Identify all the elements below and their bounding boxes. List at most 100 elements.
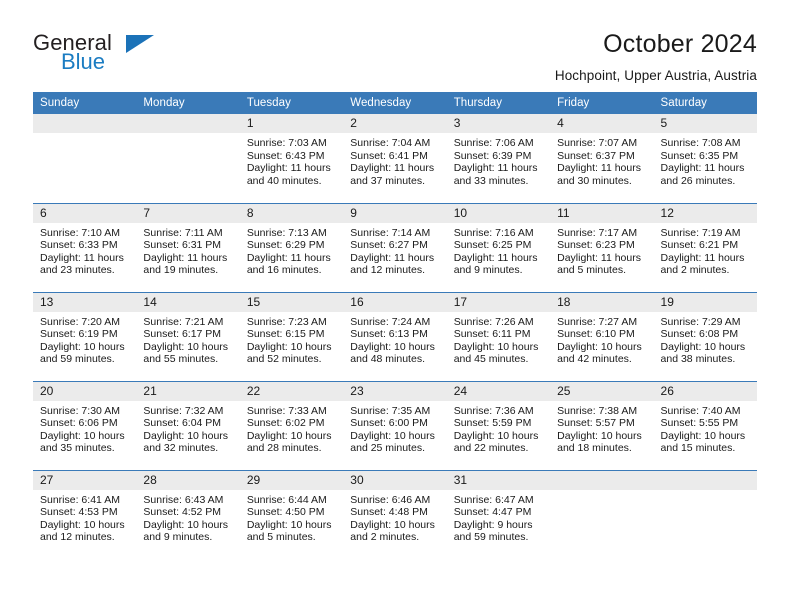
calendar-day-cell[interactable]: 11 Sunrise: 7:17 AM Sunset: 6:23 PM Dayligh… (550, 202, 654, 292)
sunset-text: Sunset: 6:06 PM (40, 417, 118, 430)
day-sun-info: Sunrise: 7:35 AM Sunset: 6:00 PM Daylight:… (343, 401, 446, 455)
day-sun-info: Sunrise: 7:17 AM Sunset: 6:23 PM Daylight:… (550, 223, 653, 277)
day-sun-info: Sunrise: 7:30 AM Sunset: 6:06 PM Daylight:… (33, 401, 136, 455)
sunrise-text: Sunrise: 7:23 AM (246, 315, 327, 328)
daylight-text: Daylight: 10 hours and 12 minutes. (40, 518, 125, 544)
weekday-header-sunday: Sunday (33, 92, 137, 114)
calendar-body: 1 Sunrise: 7:03 AM Sunset: 6:43 PM Daylight… (33, 114, 757, 559)
day-number: 22 (239, 381, 344, 401)
calendar-day-cell[interactable]: 10 Sunrise: 7:16 AM Sunset: 6:25 PM Dayligh… (446, 202, 551, 292)
calendar-day-cell[interactable]: 4 Sunrise: 7:07 AM Sunset: 6:37 PM Daylight… (550, 114, 654, 203)
calendar-day-cell[interactable]: 24 Sunrise: 7:36 AM Sunset: 5:59 PM Dayligh… (446, 380, 551, 470)
day-number: 21 (136, 381, 240, 401)
calendar-day-cell[interactable]: 22 Sunrise: 7:33 AM Sunset: 6:02 PM Dayligh… (239, 380, 344, 470)
calendar-day-cell[interactable]: 9 Sunrise: 7:14 AM Sunset: 6:27 PM Daylight… (343, 202, 447, 292)
calendar-day-cell[interactable]: 26 Sunrise: 7:40 AM Sunset: 5:55 PM Dayligh… (653, 380, 757, 470)
sunrise-text: Sunrise: 7:07 AM (557, 137, 638, 149)
calendar-week-row: 1 Sunrise: 7:03 AM Sunset: 6:43 PM Daylight… (33, 114, 757, 203)
day-number: 16 (343, 292, 447, 312)
calendar-day-cell[interactable]: 17 Sunrise: 7:26 AM Sunset: 6:11 PM Dayligh… (446, 291, 551, 381)
day-number: 26 (653, 381, 757, 401)
weekday-header-thursday: Thursday (446, 92, 551, 114)
sunset-text: Sunset: 5:57 PM (557, 417, 635, 430)
day-sun-info: Sunrise: 7:26 AM Sunset: 6:11 PM Daylight:… (447, 312, 550, 366)
daylight-text: Daylight: 10 hours and 42 minutes. (557, 340, 642, 366)
calendar-day-cell[interactable]: 30 Sunrise: 6:46 AM Sunset: 4:48 PM Dayligh… (343, 469, 447, 559)
daylight-text: Daylight: 10 hours and 28 minutes. (246, 429, 332, 455)
sunset-text: Sunset: 6:02 PM (246, 417, 325, 430)
calendar-day-cell[interactable]: 8 Sunrise: 7:13 AM Sunset: 6:29 PM Daylight… (239, 202, 344, 292)
day-sun-info: Sunrise: 7:14 AM Sunset: 6:27 PM Daylight:… (343, 223, 446, 277)
calendar-day-cell[interactable]: 2 Sunrise: 7:04 AM Sunset: 6:41 PM Daylight… (343, 114, 447, 203)
sunrise-text: Sunrise: 7:08 AM (660, 137, 741, 149)
sunrise-text: Sunrise: 7:11 AM (143, 226, 223, 239)
day-number: 1 (239, 114, 344, 133)
day-sun-info: Sunrise: 7:20 AM Sunset: 6:19 PM Daylight:… (33, 312, 136, 366)
sunrise-text: Sunrise: 7:19 AM (660, 226, 741, 239)
calendar-day-cell[interactable]: 7 Sunrise: 7:11 AM Sunset: 6:31 PM Daylight… (136, 202, 240, 292)
daylight-text: Daylight: 9 hours and 59 minutes. (453, 518, 533, 544)
day-sun-info: Sunrise: 7:16 AM Sunset: 6:25 PM Daylight:… (447, 223, 550, 277)
sunset-text: Sunset: 6:15 PM (246, 328, 325, 341)
general-blue-logo[interactable]: General Blue (33, 30, 163, 80)
calendar-week-row: 27 Sunrise: 6:41 AM Sunset: 4:53 PM Dayligh… (33, 469, 757, 559)
calendar-day-cell[interactable]: 16 Sunrise: 7:24 AM Sunset: 6:13 PM Dayligh… (343, 291, 447, 381)
sunset-text: Sunset: 4:47 PM (453, 506, 532, 519)
calendar-day-cell[interactable]: 27 Sunrise: 6:41 AM Sunset: 4:53 PM Dayligh… (33, 469, 137, 559)
day-number: 17 (446, 292, 551, 312)
daylight-text: Daylight: 11 hours and 9 minutes. (453, 251, 538, 277)
calendar-day-cell[interactable]: 6 Sunrise: 7:10 AM Sunset: 6:33 PM Daylight… (33, 202, 137, 292)
day-number (550, 470, 654, 490)
sunrise-text: Sunrise: 6:43 AM (143, 493, 224, 506)
calendar-day-cell[interactable]: 19 Sunrise: 7:29 AM Sunset: 6:08 PM Dayligh… (653, 291, 757, 381)
daylight-text: Daylight: 10 hours and 2 minutes. (350, 518, 435, 544)
sunset-text: Sunset: 6:37 PM (557, 149, 635, 162)
sunrise-text: Sunrise: 7:32 AM (143, 404, 224, 417)
daylight-text: Daylight: 11 hours and 16 minutes. (246, 251, 331, 277)
day-sun-info: Sunrise: 7:19 AM Sunset: 6:21 PM Daylight:… (654, 223, 757, 277)
daylight-text: Daylight: 10 hours and 15 minutes. (660, 429, 746, 455)
sunset-text: Sunset: 6:39 PM (453, 149, 532, 162)
day-sun-info: Sunrise: 7:06 AM Sunset: 6:39 PM Daylight:… (447, 133, 550, 187)
calendar-day-cell[interactable]: 5 Sunrise: 7:08 AM Sunset: 6:35 PM Daylight… (653, 114, 757, 203)
calendar-day-cell[interactable]: 12 Sunrise: 7:19 AM Sunset: 6:21 PM Dayligh… (653, 202, 757, 292)
sunrise-sunset-calendar: Sunday Monday Tuesday Wednesday Thursday… (33, 92, 757, 559)
calendar-day-cell[interactable]: 21 Sunrise: 7:32 AM Sunset: 6:04 PM Dayligh… (136, 380, 240, 470)
sunset-text: Sunset: 6:29 PM (246, 239, 325, 252)
calendar-day-cell[interactable]: 3 Sunrise: 7:06 AM Sunset: 6:39 PM Daylight… (446, 114, 551, 203)
sunrise-text: Sunrise: 6:44 AM (246, 493, 327, 506)
weekday-header-wednesday: Wednesday (343, 92, 447, 114)
sunrise-text: Sunrise: 7:21 AM (143, 315, 224, 328)
calendar-day-cell[interactable]: 1 Sunrise: 7:03 AM Sunset: 6:43 PM Daylight… (239, 114, 344, 203)
calendar-day-cell[interactable]: 28 Sunrise: 6:43 AM Sunset: 4:52 PM Dayligh… (136, 469, 240, 559)
calendar-day-cell[interactable]: 25 Sunrise: 7:38 AM Sunset: 5:57 PM Dayligh… (550, 380, 654, 470)
calendar-day-cell[interactable]: 14 Sunrise: 7:21 AM Sunset: 6:17 PM Dayligh… (136, 291, 240, 381)
sunset-text: Sunset: 6:13 PM (350, 328, 428, 341)
sunrise-text: Sunrise: 6:47 AM (453, 493, 534, 506)
calendar-day-cell[interactable]: 31 Sunrise: 6:47 AM Sunset: 4:47 PM Dayligh… (446, 469, 551, 559)
sunset-text: Sunset: 6:11 PM (453, 328, 531, 341)
daylight-text: Daylight: 10 hours and 18 minutes. (557, 429, 642, 455)
sunrise-text: Sunrise: 7:16 AM (453, 226, 534, 239)
sunrise-text: Sunrise: 7:29 AM (660, 315, 741, 328)
daylight-text: Daylight: 11 hours and 5 minutes. (557, 251, 641, 277)
calendar-day-cell[interactable]: 15 Sunrise: 7:23 AM Sunset: 6:15 PM Dayligh… (239, 291, 344, 381)
sunset-text: Sunset: 6:00 PM (350, 417, 428, 430)
sunset-text: Sunset: 5:59 PM (453, 417, 532, 430)
sunset-text: Sunset: 6:33 PM (40, 239, 118, 252)
calendar-header-row: Sunday Monday Tuesday Wednesday Thursday… (33, 92, 757, 114)
calendar-day-cell[interactable]: 13 Sunrise: 7:20 AM Sunset: 6:19 PM Dayligh… (33, 291, 137, 381)
day-number: 10 (446, 203, 551, 223)
calendar-day-cell[interactable]: 18 Sunrise: 7:27 AM Sunset: 6:10 PM Dayligh… (550, 291, 654, 381)
calendar-day-cell[interactable]: 20 Sunrise: 7:30 AM Sunset: 6:06 PM Dayligh… (33, 380, 137, 470)
day-sun-info: Sunrise: 7:32 AM Sunset: 6:04 PM Daylight:… (136, 401, 239, 455)
daylight-text: Daylight: 10 hours and 48 minutes. (350, 340, 435, 366)
calendar-day-cell[interactable]: 29 Sunrise: 6:44 AM Sunset: 4:50 PM Dayligh… (239, 469, 344, 559)
calendar-day-cell[interactable]: 23 Sunrise: 7:35 AM Sunset: 6:00 PM Dayligh… (343, 380, 447, 470)
sunset-text: Sunset: 6:43 PM (246, 149, 325, 162)
sunrise-text: Sunrise: 7:13 AM (246, 226, 327, 239)
daylight-text: Daylight: 10 hours and 35 minutes. (40, 429, 125, 455)
day-sun-info: Sunrise: 7:33 AM Sunset: 6:02 PM Daylight:… (240, 401, 343, 455)
day-sun-info: Sunrise: 7:07 AM Sunset: 6:37 PM Daylight:… (550, 133, 653, 187)
sunset-text: Sunset: 4:48 PM (350, 506, 428, 519)
